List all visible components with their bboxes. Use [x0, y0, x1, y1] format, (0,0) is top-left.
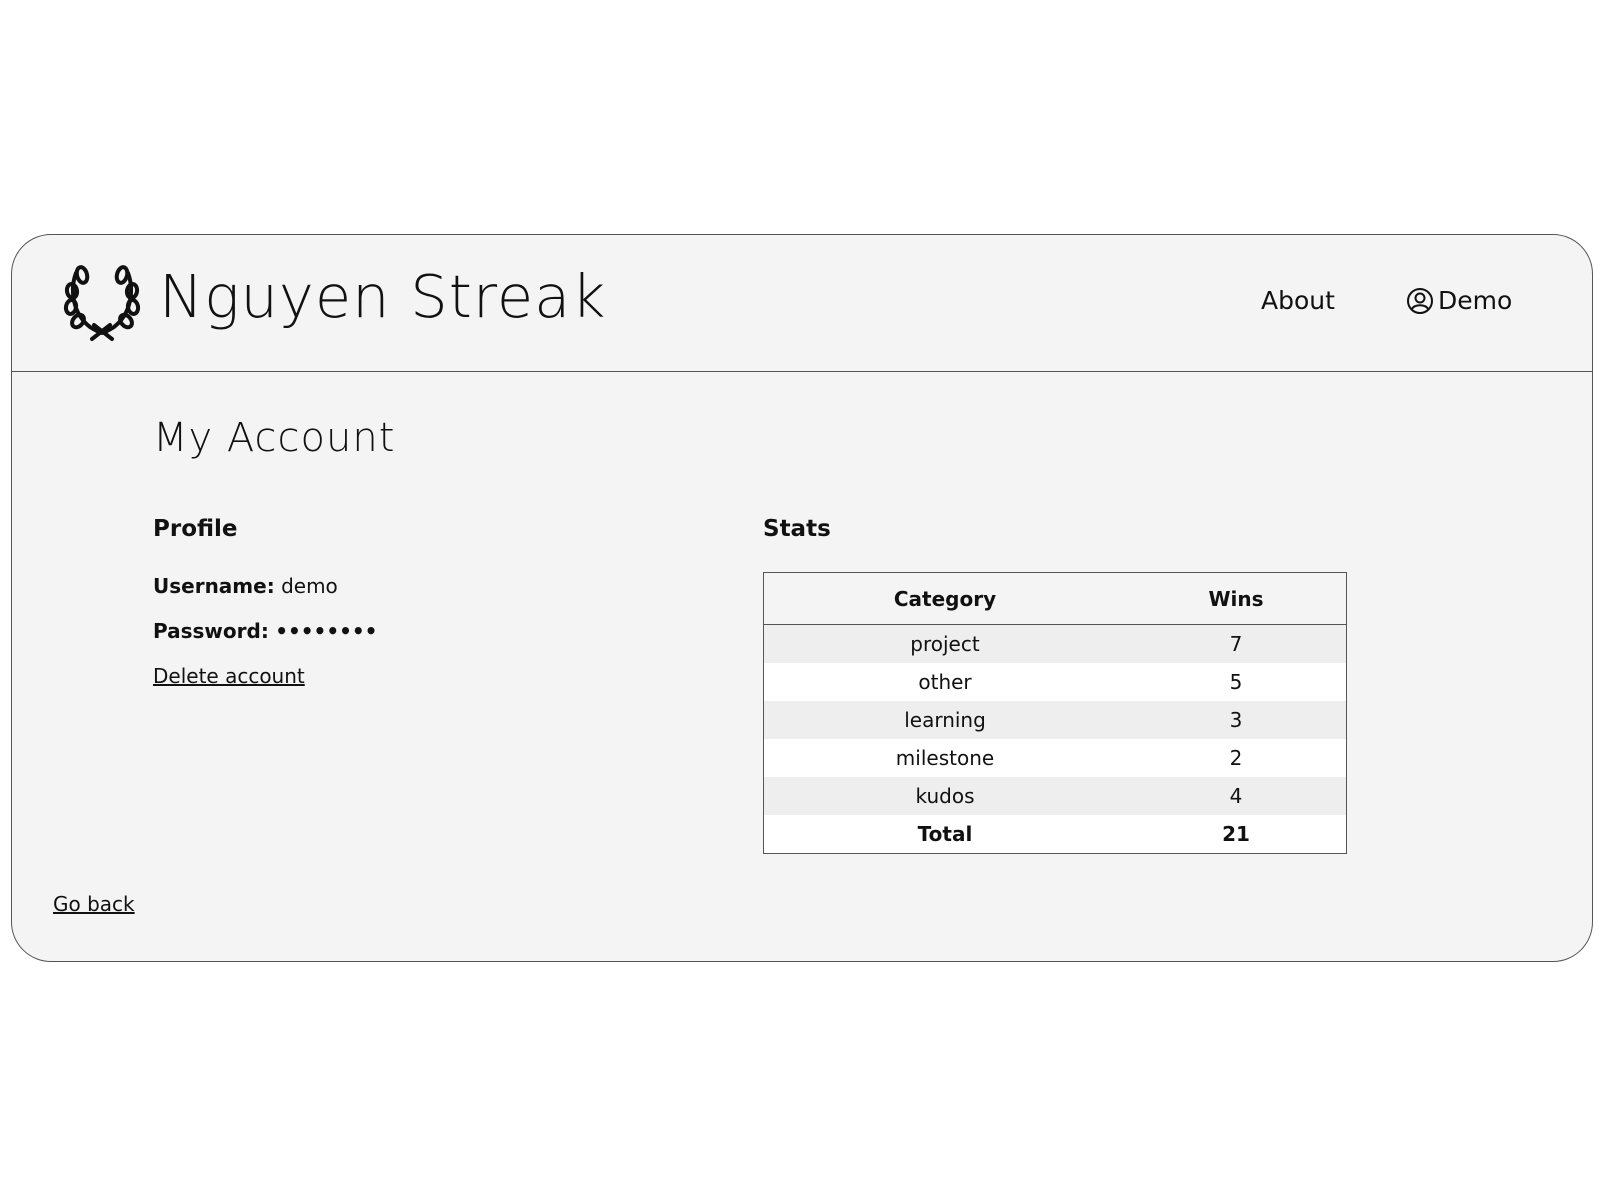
stats-heading: Stats — [763, 516, 831, 542]
table-header-row: Category Wins — [763, 572, 1347, 625]
column-header-category: Category — [763, 572, 1126, 625]
nav-about-link[interactable]: About — [1261, 283, 1335, 319]
user-circle-icon — [1407, 288, 1433, 314]
total-wins: 21 — [1126, 815, 1347, 854]
username-label: Username: — [153, 574, 275, 598]
total-label: Total — [763, 815, 1126, 854]
total-row: Total 21 — [763, 815, 1347, 854]
nav-user-label: Demo — [1438, 286, 1513, 315]
table-row: milestone 2 — [763, 739, 1347, 777]
wins-cell: 4 — [1126, 777, 1347, 815]
column-header-wins: Wins — [1126, 572, 1347, 625]
header: Nguyen Streak About Demo — [12, 235, 1592, 372]
wins-cell: 3 — [1126, 701, 1347, 739]
password-value: •••••••• — [275, 619, 378, 643]
table-row: learning 3 — [763, 701, 1347, 739]
brand-title: Nguyen Streak — [159, 262, 607, 331]
app-window: Nguyen Streak About Demo My Account Prof… — [11, 234, 1593, 962]
wins-cell: 2 — [1126, 739, 1347, 777]
laurel-wreath-icon — [63, 265, 141, 341]
page-title: My Account — [153, 415, 396, 461]
category-cell: kudos — [763, 777, 1126, 815]
table-row: other 5 — [763, 663, 1347, 701]
password-row: Password: •••••••• — [153, 616, 377, 646]
category-cell: learning — [763, 701, 1126, 739]
delete-account-link[interactable]: Delete account — [153, 661, 305, 691]
go-back-link[interactable]: Go back — [53, 889, 135, 919]
wins-cell: 7 — [1126, 624, 1347, 663]
category-cell: other — [763, 663, 1126, 701]
wins-cell: 5 — [1126, 663, 1347, 701]
category-cell: project — [763, 624, 1126, 663]
username-value: demo — [281, 574, 338, 598]
nav-user-menu[interactable]: Demo — [1406, 283, 1512, 319]
table-row: kudos 4 — [763, 777, 1347, 815]
profile-heading: Profile — [153, 516, 238, 542]
table-row: project 7 — [763, 624, 1347, 663]
username-row: Username: demo — [153, 571, 338, 601]
category-cell: milestone — [763, 739, 1126, 777]
password-label: Password: — [153, 619, 269, 643]
stats-table: Category Wins project 7 other 5 learning… — [763, 572, 1347, 854]
